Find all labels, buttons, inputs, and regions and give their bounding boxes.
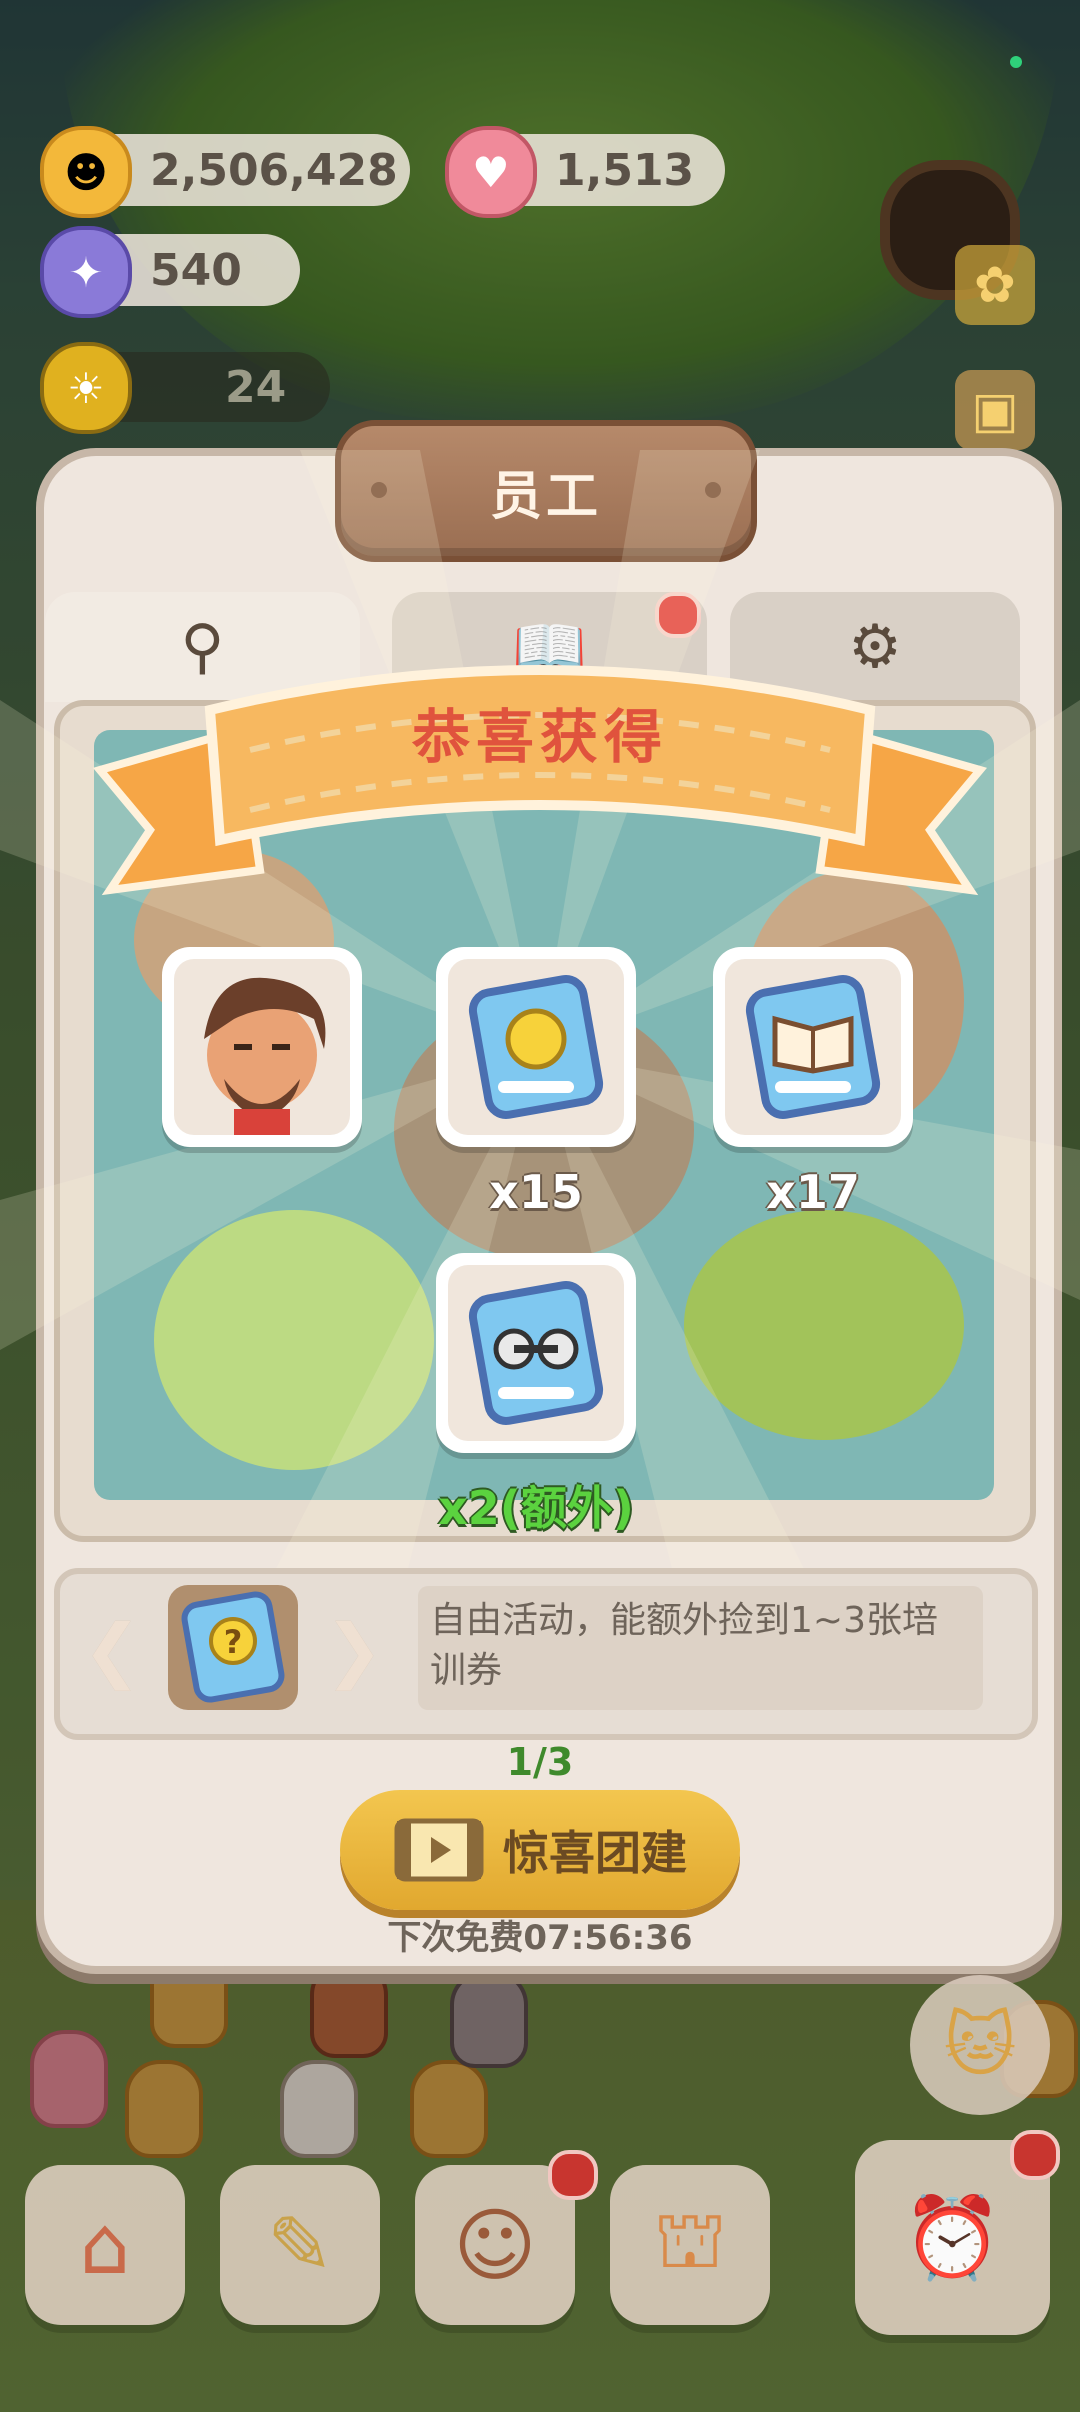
- dumbbell-card-icon: [448, 1265, 624, 1441]
- coins-value: 2,506,428: [150, 144, 398, 196]
- character-icon: ☺: [453, 2198, 537, 2292]
- caveman-portrait-icon: [174, 959, 350, 1135]
- reward-popup-title: 恭喜获得: [411, 703, 668, 771]
- map-bush: [684, 1210, 964, 1440]
- gems-counter[interactable]: ♥ 1,513: [445, 126, 725, 218]
- shop-icon: ⛫: [653, 2193, 727, 2286]
- nav-notebook-button[interactable]: ✎: [220, 2165, 380, 2325]
- notification-badge: [548, 2150, 598, 2200]
- next-activity-button[interactable]: ❯: [322, 1609, 386, 1691]
- reward-card-dumbbell[interactable]: [436, 1253, 636, 1453]
- sun-level-counter[interactable]: ☀ 24: [40, 342, 330, 434]
- strength-fist-card-icon: [448, 959, 624, 1135]
- book-card-icon: [725, 959, 901, 1135]
- notebook-icon: ✎: [266, 2198, 334, 2292]
- reward-card-book[interactable]: [713, 947, 913, 1147]
- map-tree: [154, 1210, 434, 1470]
- plate-rivet: [371, 482, 387, 498]
- reward-card-strength[interactable]: [436, 947, 636, 1147]
- tab-notification-badge: [655, 592, 701, 638]
- video-ad-icon: [394, 1818, 484, 1882]
- panel-title-plate: 员工: [335, 420, 757, 562]
- cookie-coin-icon: ☻: [40, 126, 132, 218]
- sun-icon: ☀: [40, 342, 132, 434]
- activity-icon-frame: ?: [168, 1585, 298, 1710]
- tickets-value: 540: [150, 244, 242, 296]
- nav-shop-button[interactable]: ⛫: [610, 2165, 770, 2325]
- tickets-counter[interactable]: ✦ 540: [40, 226, 300, 318]
- reward-card-caveman[interactable]: [162, 947, 362, 1147]
- svg-text:?: ?: [224, 1623, 243, 1661]
- gems-value: 1,513: [555, 144, 695, 196]
- reward-quantity: x15: [489, 1165, 583, 1219]
- alarm-clock-icon: ⏰: [902, 2190, 1003, 2284]
- reward-quantity-extra: x2(额外): [438, 1481, 634, 1535]
- surprise-team-building-label: 惊喜团建: [503, 1826, 687, 1880]
- cat-mascot-button[interactable]: 🐱: [910, 1975, 1050, 2115]
- online-status-dot: [1010, 56, 1022, 68]
- cat-face-icon: 🐱: [943, 2004, 1017, 2086]
- nav-mushroom-house-button[interactable]: ⌂: [25, 2165, 185, 2325]
- activity-description: 自由活动，能额外捡到1~3张培训券: [418, 1586, 983, 1710]
- notification-badge: [1010, 2130, 1060, 2180]
- gear-icon[interactable]: ✿: [955, 245, 1035, 325]
- chevron-right-icon: ❯: [324, 1609, 384, 1691]
- stamp-card-icon[interactable]: ▣: [955, 370, 1035, 450]
- sun-level-value: 24: [225, 361, 287, 413]
- surprise-team-building-button[interactable]: 惊喜团建: [340, 1790, 740, 1910]
- chevron-left-icon: ❮: [82, 1609, 142, 1691]
- mushroom-house-icon: ⌂: [79, 2198, 131, 2292]
- panel-title: 员工: [489, 466, 602, 527]
- previous-activity-button[interactable]: ❮: [80, 1609, 144, 1691]
- mystery-card-icon: ?: [181, 1591, 285, 1703]
- free-timer: 下次免费07:56:36: [387, 1918, 693, 1958]
- ticket-icon: ✦: [40, 226, 132, 318]
- reward-quantity: x17: [766, 1165, 860, 1219]
- plate-rivet: [705, 482, 721, 498]
- strawberry-gem-icon: ♥: [445, 126, 537, 218]
- page-indicator: 1/3: [506, 1740, 574, 1784]
- coins-counter[interactable]: ☻ 2,506,428: [40, 126, 410, 218]
